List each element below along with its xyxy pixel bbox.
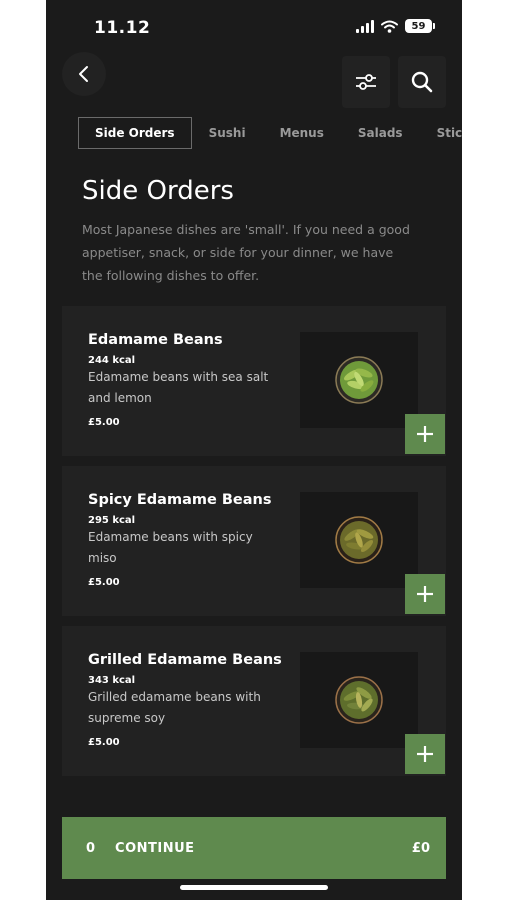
add-to-basket-button[interactable] [405,734,445,774]
category-tabs: Side Orders Sushi Menus Salads Sticks [78,117,462,149]
filter-button[interactable] [342,56,390,108]
sliders-icon [356,74,376,90]
basket-total: £0 [411,840,430,856]
tab-salads[interactable]: Salads [341,117,420,149]
grilled-edamame-bowl-image [335,676,383,724]
item-calories: 343 kcal [88,675,136,686]
continue-button[interactable]: 0 CONTINUE £0 [62,817,446,879]
item-calories: 244 kcal [88,355,136,366]
plus-icon [417,426,433,442]
item-description: Edamame beans with spicy miso [88,530,253,565]
menu-item-card[interactable]: Spicy Edamame Beans 295 kcal Edamame bea… [62,466,446,616]
item-image [300,492,418,588]
add-to-basket-button[interactable] [405,574,445,614]
item-price: £5.00 [88,577,120,588]
status-time: 11.12 [94,18,151,38]
tab-sushi[interactable]: Sushi [192,117,263,149]
battery-icon: 59 [405,19,435,33]
item-image [300,652,418,748]
menu-item-card[interactable]: Grilled Edamame Beans 343 kcal Grilled e… [62,626,446,776]
page-title: Side Orders [82,176,234,206]
search-icon [411,71,433,93]
item-image [300,332,418,428]
plus-icon [417,586,433,602]
item-name: Grilled Edamame Beans [88,652,282,668]
page-description: Most Japanese dishes are 'small'. If you… [82,222,410,283]
basket-count: 0 [86,840,96,856]
wifi-icon [381,20,398,33]
tab-side-orders[interactable]: Side Orders [78,117,192,149]
item-name: Edamame Beans [88,332,223,348]
chevron-left-icon [79,66,88,82]
item-name: Spicy Edamame Beans [88,492,272,508]
search-button[interactable] [398,56,446,108]
cellular-signal-icon [356,19,374,33]
edamame-bowl-image [335,356,383,404]
plus-icon [417,746,433,762]
tab-sticks[interactable]: Sticks [420,117,462,149]
home-indicator [180,885,328,890]
item-price: £5.00 [88,417,120,428]
continue-label: CONTINUE [115,840,195,856]
item-description: Grilled edamame beans with supreme soy [88,690,261,725]
item-description: Edamame beans with sea salt and lemon [88,370,269,405]
item-price: £5.00 [88,737,120,748]
status-icons: 59 [356,19,435,33]
menu-item-card[interactable]: Edamame Beans 244 kcal Edamame beans wit… [62,306,446,456]
tab-menus[interactable]: Menus [263,117,341,149]
app-screen: 11.12 59 Side Orders Sushi Menus Salads … [46,0,462,900]
add-to-basket-button[interactable] [405,414,445,454]
status-bar: 11.12 59 [46,0,462,56]
spicy-edamame-bowl-image [335,516,383,564]
back-button[interactable] [62,52,106,96]
item-calories: 295 kcal [88,515,136,526]
